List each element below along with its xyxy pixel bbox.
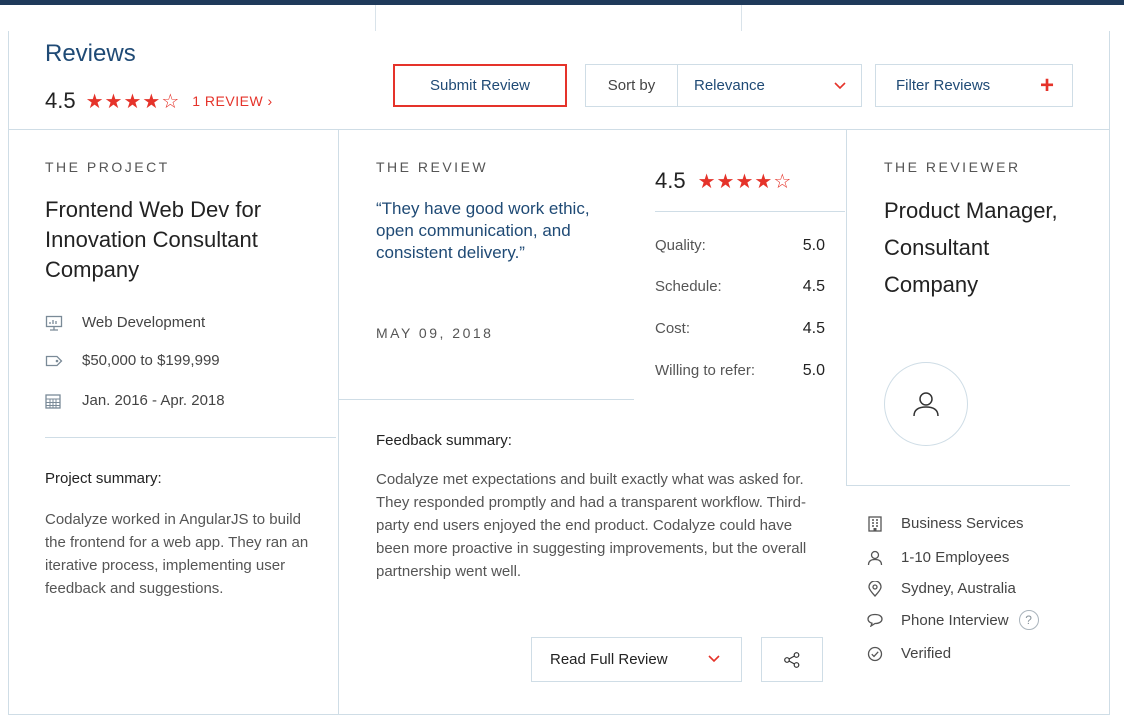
project-summary-heading: Project summary: [45, 470, 162, 487]
rating-row-quality: Quality: 5.0 [655, 237, 825, 255]
review-date: MAY 09, 2018 [376, 325, 494, 341]
read-full-review-label: Read Full Review [550, 651, 668, 668]
help-icon[interactable]: ? [1018, 610, 1039, 630]
reviewer-name: Product Manager, Consultant Company [884, 198, 1058, 297]
meta-text: Jan. 2016 - Apr. 2018 [82, 392, 225, 409]
feedback-summary-heading: Feedback summary: [376, 432, 512, 449]
review-section-label: THE REVIEW [376, 159, 489, 175]
top-border [0, 0, 1124, 5]
column-divider [338, 130, 339, 715]
feedback-summary: Codalyze met expectations and built exac… [376, 471, 807, 580]
divider [338, 399, 634, 400]
overall-rating: 4.5 ★★★★☆ 1 REVIEW › [45, 88, 273, 114]
project-section-label: THE PROJECT [45, 159, 170, 175]
column-divider [846, 130, 847, 485]
sort-value: Relevance [694, 77, 765, 94]
share-icon [784, 651, 800, 668]
divider [8, 129, 1110, 130]
review-score: 4.5 ★★★★☆ [655, 168, 792, 194]
sort-label: Sort by [586, 65, 678, 106]
rating-value: 5.0 [802, 362, 825, 379]
person-icon [866, 550, 884, 566]
price-tag-icon [45, 353, 65, 369]
star-rating-icon: ★★★★☆ [697, 170, 793, 193]
rating-row-willing-to-refer: Willing to refer: 5.0 [655, 362, 825, 380]
chevron-down-icon [834, 82, 846, 90]
reviewer-interview-type: Phone Interview ? [866, 610, 1039, 630]
submit-review-button[interactable]: Submit Review [393, 64, 567, 107]
rating-label: Schedule: [655, 278, 722, 295]
project-summary: Codalyze worked in AngularJS to build th… [45, 511, 309, 597]
divider [846, 485, 1070, 486]
project-dates: Jan. 2016 - Apr. 2018 [45, 392, 225, 409]
rating-value: 4.5 [802, 320, 825, 337]
rating-row-schedule: Schedule: 4.5 [655, 278, 825, 296]
check-circle-icon [866, 646, 884, 662]
reviewer-industry: Business Services [866, 515, 1024, 532]
calendar-icon [45, 393, 65, 409]
sort-control: Sort by Relevance [585, 64, 862, 107]
review-quote: “They have good work ethic, open communi… [376, 199, 590, 262]
reviewer-company-size: 1-10 Employees [866, 549, 1009, 566]
user-icon [913, 392, 939, 417]
reviewer-detail-text: 1-10 Employees [901, 549, 1010, 566]
rating-label: Cost: [655, 320, 691, 337]
speech-bubble-icon [866, 613, 884, 627]
reviewer-detail-text: Verified [901, 645, 952, 662]
reviewer-detail-text: Business Services [901, 515, 1024, 532]
rating-value: 5.0 [802, 237, 825, 254]
presentation-icon [45, 315, 65, 331]
rating-label: Willing to refer: [655, 362, 756, 379]
reviewer-section-label: THE REVIEWER [884, 159, 1021, 175]
sort-select[interactable]: Relevance [678, 65, 861, 106]
top-divider [741, 5, 742, 31]
plus-icon: + [1039, 72, 1054, 99]
review-count-link[interactable]: 1 REVIEW › [192, 93, 272, 109]
rating-value: 4.5 [802, 278, 825, 295]
avatar [884, 362, 968, 446]
location-pin-icon [866, 580, 884, 597]
reviewer-detail-text: Sydney, Australia [901, 580, 1016, 597]
meta-text: Web Development [82, 314, 206, 331]
filter-reviews-button[interactable]: Filter Reviews + [875, 64, 1073, 107]
reviewer-detail-text: Phone Interview [901, 611, 1009, 629]
filter-label: Filter Reviews [896, 77, 991, 94]
project-category: Web Development [45, 314, 205, 331]
meta-text: $50,000 to $199,999 [82, 352, 220, 369]
reviewer-location: Sydney, Australia [866, 580, 1016, 597]
divider [655, 211, 845, 212]
top-divider [375, 5, 376, 31]
project-budget: $50,000 to $199,999 [45, 352, 220, 369]
reviewer-verified: Verified [866, 645, 951, 662]
rating-label: Quality: [655, 237, 706, 254]
read-full-review-button[interactable]: Read Full Review [531, 637, 742, 682]
rating-row-cost: Cost: 4.5 [655, 320, 825, 338]
project-title: Frontend Web Dev for Innovation Consulta… [45, 197, 262, 282]
divider [45, 437, 336, 438]
rating-score: 4.5 [45, 88, 76, 113]
share-button[interactable] [761, 637, 823, 682]
star-rating-icon: ★★★★☆ [85, 90, 181, 113]
review-score-value: 4.5 [655, 168, 686, 193]
page-title: Reviews [45, 40, 136, 67]
chevron-down-icon [708, 655, 720, 663]
building-icon [866, 515, 884, 532]
